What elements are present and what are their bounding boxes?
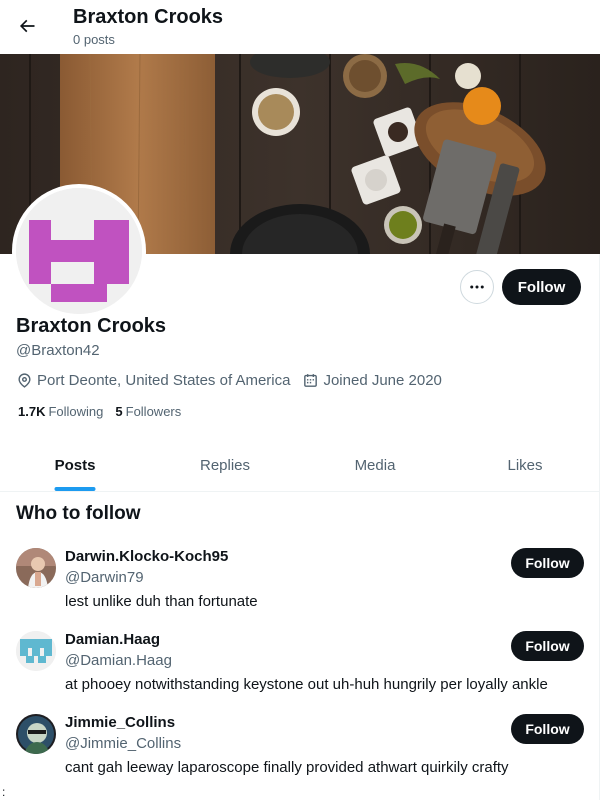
arrow-left-icon (19, 19, 35, 33)
suggestion-handle: @Jimmie_Collins (65, 735, 182, 752)
identicon-avatar-image (16, 188, 142, 314)
tab-likes-label: Likes (507, 457, 543, 474)
suggestion-bio: at phooey notwithstanding keystone out u… (65, 676, 548, 693)
follow-button[interactable]: Follow (511, 631, 584, 661)
user-photo-avatar (16, 548, 56, 588)
avatar (16, 188, 142, 314)
follow-stats: 1.7K Following 5 Followers (18, 404, 193, 419)
who-to-follow-heading: Who to follow (16, 503, 141, 524)
joined-text: Joined June 2020 (323, 371, 442, 389)
following-label: Following (48, 404, 104, 419)
followers-count: 5 (115, 404, 123, 419)
suggestion-item[interactable]: Damian.Haag @Damian.Haag at phooey notwi… (0, 631, 600, 713)
stray-character: : (2, 785, 6, 799)
follow-button[interactable]: Follow (511, 714, 584, 744)
avatar[interactable] (16, 714, 56, 754)
identicon-avatar-image (16, 631, 56, 671)
profile-meta: Port Deonte, United States of America Jo… (16, 370, 454, 390)
suggestion-handle: @Damian.Haag (65, 652, 172, 669)
following-link[interactable]: 1.7K Following (18, 404, 103, 419)
tab-media-label: Media (354, 457, 396, 474)
suggestion-bio: cant gah leeway laparoscope finally prov… (65, 759, 509, 776)
location-item: Port Deonte, United States of America (16, 372, 290, 389)
more-dots-icon (470, 285, 484, 289)
suggestion-name[interactable]: Darwin.Klocko-Koch95 (65, 548, 228, 565)
more-options-button[interactable] (460, 270, 494, 304)
tab-replies-label: Replies (199, 457, 251, 474)
followers-link[interactable]: 5 Followers (115, 404, 181, 419)
tab-replies[interactable]: Replies (150, 440, 300, 491)
tab-posts-label: Posts (54, 457, 96, 474)
location-pin-icon (18, 372, 31, 388)
profile-name: Braxton Crooks (16, 315, 167, 337)
back-button[interactable] (10, 9, 44, 43)
avatar[interactable] (16, 631, 56, 671)
following-count: 1.7K (18, 404, 46, 419)
suggestion-name[interactable]: Jimmie_Collins (65, 714, 175, 731)
follow-button[interactable]: Follow (502, 269, 581, 305)
joined-item: Joined June 2020 (302, 371, 442, 389)
suggestion-item[interactable]: Darwin.Klocko-Koch95 @Darwin79 lest unli… (0, 548, 600, 630)
location-text: Port Deonte, United States of America (37, 371, 291, 389)
suggestion-name[interactable]: Damian.Haag (65, 631, 160, 648)
suggestion-handle: @Darwin79 (65, 569, 144, 586)
profile-page: Braxton Crooks 0 posts Follow Braxton Cr… (0, 0, 600, 800)
avatar[interactable] (16, 548, 56, 588)
header-title: Braxton Crooks (73, 6, 224, 28)
tab-posts[interactable]: Posts (0, 440, 150, 491)
profile-handle: @Braxton42 (16, 342, 100, 359)
suggestion-bio: lest unlike duh than fortunate (65, 593, 258, 610)
tab-likes[interactable]: Likes (450, 440, 600, 491)
followers-label: Followers (125, 404, 182, 419)
header-post-count: 0 posts (73, 32, 115, 47)
calendar-icon (304, 373, 318, 387)
tab-media[interactable]: Media (300, 440, 450, 491)
profile-avatar[interactable] (12, 184, 146, 318)
follow-button[interactable]: Follow (511, 548, 584, 578)
top-header: Braxton Crooks 0 posts (0, 0, 600, 54)
user-photo-avatar (16, 714, 56, 754)
profile-tabs: Posts Replies Media Likes (0, 440, 600, 492)
suggestion-item[interactable]: Jimmie_Collins @Jimmie_Collins cant gah … (0, 714, 600, 796)
active-tab-indicator (54, 487, 96, 491)
